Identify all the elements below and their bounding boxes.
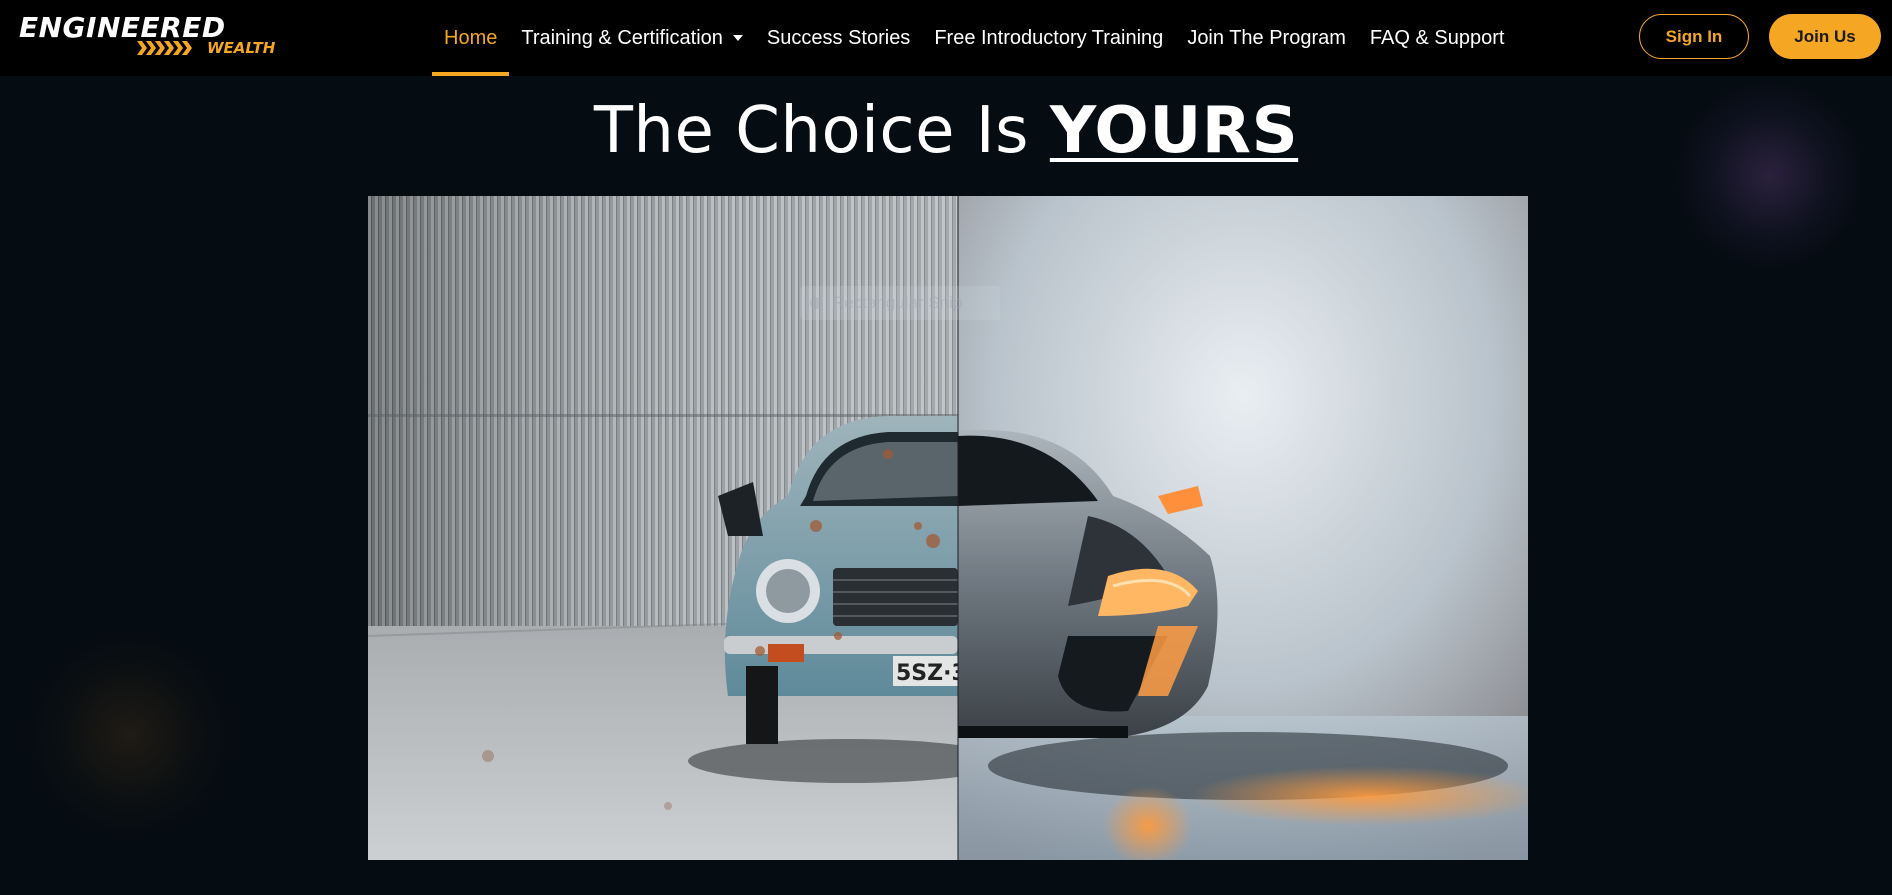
chevron-stripes-icon <box>137 41 192 55</box>
snip-overlay-label: Rectangular Snip <box>832 293 963 312</box>
decorative-glow-bottom-left <box>30 635 230 835</box>
nav-home[interactable]: Home <box>432 0 510 76</box>
snip-overlay: Rectangular Snip <box>800 286 1000 320</box>
nav-home-label: Home <box>444 26 498 49</box>
nav-training-label: Training & Certification <box>521 26 723 49</box>
nav-training-certification[interactable]: Training & Certification <box>509 0 755 76</box>
top-navbar: ENGINEERED WEALTH Home Training & Certif… <box>0 0 1892 76</box>
logo-subtitle: WEALTH <box>207 39 276 57</box>
snip-icon <box>810 297 822 309</box>
nav-success-stories[interactable]: Success Stories <box>755 0 922 76</box>
brand-logo[interactable]: ENGINEERED WEALTH <box>19 12 275 58</box>
nav-free-training-label: Free Introductory Training <box>934 26 1164 49</box>
sign-in-button[interactable]: Sign In <box>1639 14 1749 59</box>
hero-image: 5SZ·37 Rectangular Snip <box>368 196 1528 860</box>
caret-down-icon <box>732 35 743 41</box>
headline-emphasis-text: YOURS <box>1049 94 1299 168</box>
main-menu: Home Training & Certification Success St… <box>432 0 1516 76</box>
nav-faq-support[interactable]: FAQ & Support <box>1358 0 1517 76</box>
nav-success-label: Success Stories <box>766 26 911 49</box>
join-us-button[interactable]: Join Us <box>1769 14 1881 59</box>
headline-light-text: The Choice Is <box>593 94 1050 168</box>
hero-headline: The Choice Is YOURS <box>0 88 1892 174</box>
nav-join-program[interactable]: Join The Program <box>1175 0 1358 76</box>
nav-faq-label: FAQ & Support <box>1369 26 1505 49</box>
nav-free-training[interactable]: Free Introductory Training <box>922 0 1175 76</box>
nav-join-program-label: Join The Program <box>1187 26 1346 49</box>
